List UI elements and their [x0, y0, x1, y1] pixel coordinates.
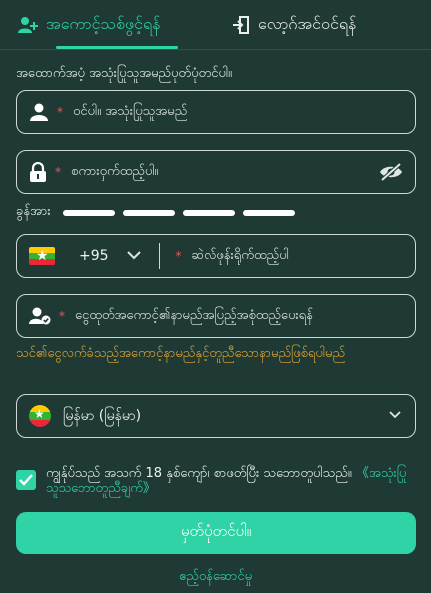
- username-field[interactable]: * ဝင်ပါ။ အသုံးပြုသူအမည်: [16, 90, 416, 134]
- tab-register[interactable]: အကောင့်သစ်ဖွင့်ရန်: [18, 10, 160, 40]
- required-mark: *: [57, 105, 63, 119]
- strength-bar: [242, 209, 295, 216]
- required-mark: *: [55, 165, 61, 179]
- phone-placeholder: ဆဲလ်ဖုန်းရိုက်ထည့်ပါ: [191, 247, 289, 263]
- country-code[interactable]: +95: [79, 248, 109, 264]
- active-tab-indicator: [56, 46, 178, 49]
- customer-service-link[interactable]: ဧည့်ဝန်ဆောင်မှု: [0, 568, 431, 587]
- login-door-icon: [232, 16, 250, 34]
- country-select[interactable]: ★ မြန်မာ (မြန်မာ): [16, 394, 416, 438]
- auth-tabs: အကောင့်သစ်ဖွင့်ရန် လော့ဂ်အင်ဝင်ရန်: [0, 0, 431, 50]
- strength-bar: [62, 209, 115, 216]
- myanmar-flag-icon: ★: [29, 405, 51, 427]
- agreement-statement: ကျွန်ုပ်သည် အသက် 18 နှစ်ကျော်၊ စာဖတ်ပြီး…: [46, 466, 352, 481]
- register-button[interactable]: မှတ်ပုံတင်ပါ။: [16, 512, 416, 554]
- tab-login[interactable]: လော့ဂ်အင်ဝင်ရန်: [232, 10, 356, 40]
- agreement-row: ကျွန်ုပ်သည် အသက် 18 နှစ်ကျော်၊ စာဖတ်ပြီး…: [16, 466, 416, 496]
- myanmar-flag-icon: ★: [29, 247, 55, 265]
- user-icon: [29, 103, 49, 121]
- username-placeholder: ဝင်ပါ။ အသုံးပြုသူအမည်: [73, 103, 188, 119]
- chevron-down-icon[interactable]: [126, 248, 141, 264]
- user-check-icon: [29, 307, 51, 325]
- agreement-checkbox[interactable]: [16, 470, 36, 490]
- phone-field[interactable]: ★ +95 * ဆဲလ်ဖုန်းရိုက်ထည့်ပါ: [16, 234, 416, 278]
- add-user-icon: [18, 16, 38, 34]
- country-value: မြန်မာ (မြန်မာ): [63, 407, 142, 424]
- strength-bar: [182, 209, 235, 216]
- username-label: အထောက်အပံ့ အသုံးပြုသူအမည်ပုတ်ပုံတင်ပါ။: [16, 66, 232, 81]
- account-name-placeholder: ငွေထုတ်အကောင့်၏နာမည်အပြည့်အစုံထည့်ပေးရန်: [75, 307, 313, 323]
- lock-icon: [29, 162, 47, 182]
- required-mark: *: [59, 309, 65, 323]
- password-placeholder: စကားဝှက်ထည့်ပါ။: [71, 163, 159, 179]
- chevron-down-icon: [389, 407, 401, 423]
- password-field[interactable]: * စကားဝှက်ထည့်ပါ။: [16, 150, 416, 194]
- password-strength: ခွန်အား: [16, 203, 295, 222]
- tab-login-label: လော့ဂ်အင်ဝင်ရန်: [258, 14, 357, 33]
- agreement-text: ကျွန်ုပ်သည် အသက် 18 နှစ်ကျော်၊ စာဖတ်ပြီး…: [46, 466, 416, 496]
- required-mark: *: [175, 249, 182, 263]
- divider: [158, 243, 160, 269]
- strength-label: ခွန်အား: [16, 204, 51, 219]
- strength-bar: [122, 209, 175, 216]
- tab-register-label: အကောင့်သစ်ဖွင့်ရန်: [46, 14, 161, 33]
- eye-off-icon[interactable]: [379, 162, 403, 186]
- account-name-field[interactable]: * ငွေထုတ်အကောင့်၏နာမည်အပြည့်အစုံထည့်ပေးရ…: [16, 294, 416, 338]
- account-name-hint: သင်၏ငွေလက်ခံသည့်အကောင့်နာမည်နှင့်တူညီသော…: [16, 346, 346, 361]
